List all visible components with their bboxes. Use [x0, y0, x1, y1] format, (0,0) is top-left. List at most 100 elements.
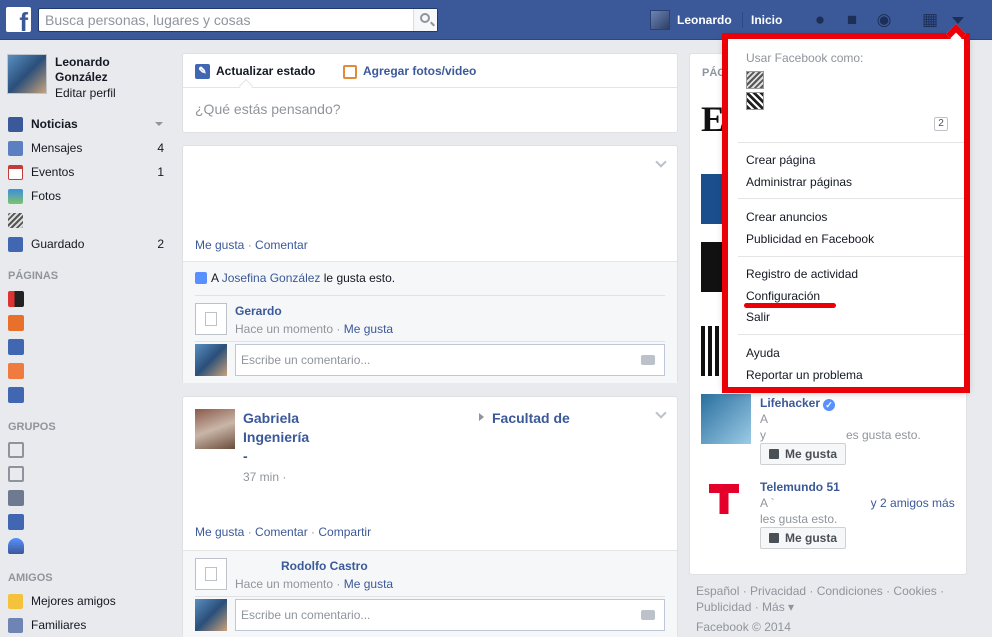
- story-group[interactable]: Facultad de: [479, 409, 570, 428]
- privacy-lock-icon[interactable]: ▦: [920, 10, 940, 30]
- megaphone-icon[interactable]: [8, 315, 24, 331]
- comment-input[interactable]: [236, 600, 631, 630]
- comment-box: [235, 344, 665, 376]
- page-title[interactable]: Telemundo 51: [760, 480, 840, 494]
- list-icon[interactable]: [8, 490, 24, 506]
- insights-icon[interactable]: [8, 387, 24, 403]
- sidebar-item-family[interactable]: Familiares: [8, 615, 166, 635]
- pages-count-badge[interactable]: 2: [934, 117, 948, 131]
- like-link[interactable]: Me gusta: [195, 238, 244, 252]
- topbar-avatar[interactable]: [650, 10, 670, 30]
- comment-avatar[interactable]: [195, 303, 227, 335]
- sidebar-item-messages[interactable]: Mensajes 4: [8, 138, 166, 158]
- gamepad-icon[interactable]: [8, 442, 24, 458]
- comment-like-link[interactable]: Me gusta: [344, 322, 393, 336]
- sidebar-item-events[interactable]: Eventos 1: [8, 162, 166, 182]
- topbar-home-link[interactable]: Inicio: [751, 13, 782, 27]
- page-social-line: A ` y 2 amigos más: [760, 496, 955, 510]
- page-shortcut-icon[interactable]: [8, 291, 24, 307]
- share-link[interactable]: Compartir: [318, 525, 371, 539]
- sidebar-item-news-feed[interactable]: Noticias: [8, 114, 166, 134]
- search-button[interactable]: [413, 9, 437, 31]
- footer-links[interactable]: Publicidad · Más ▾: [696, 600, 794, 614]
- menu-item-advertise[interactable]: Publicidad en Facebook: [746, 232, 874, 246]
- menu-item-create-page[interactable]: Crear página: [746, 153, 815, 167]
- comment-time: Hace un momento: [235, 577, 334, 591]
- sidebar-item-best-friends[interactable]: Mejores amigos: [8, 591, 166, 611]
- like-page-button[interactable]: Me gusta: [760, 527, 846, 549]
- tab-add-photos[interactable]: Agregar fotos/video: [343, 64, 476, 79]
- divider: [183, 87, 677, 88]
- tab-label: Actualizar estado: [216, 64, 316, 78]
- story-timestamp[interactable]: 37 min ·: [243, 470, 286, 484]
- friend-requests-icon[interactable]: ●: [810, 10, 830, 30]
- comment-like-link[interactable]: Me gusta: [344, 577, 393, 591]
- menu-item-logout[interactable]: Salir: [746, 310, 770, 324]
- section-header-groups[interactable]: GRUPOS: [8, 421, 56, 433]
- family-icon: [8, 618, 23, 633]
- like-link[interactable]: Me gusta: [195, 525, 244, 539]
- add-page-icon[interactable]: [8, 363, 24, 379]
- liker-link[interactable]: Josefina González: [222, 271, 321, 285]
- comment-input[interactable]: [236, 345, 631, 375]
- like-page-button[interactable]: Me gusta: [760, 443, 846, 465]
- comment-link[interactable]: Comentar: [255, 525, 308, 539]
- account-caret-icon[interactable]: [952, 17, 964, 24]
- settings-underline-annotation: [744, 303, 836, 308]
- status-input[interactable]: ¿Qué estás pensando?: [195, 101, 341, 117]
- search-input[interactable]: [39, 9, 413, 31]
- menu-item-help[interactable]: Ayuda: [746, 346, 780, 360]
- comment-author[interactable]: Rodolfo Castro: [281, 559, 368, 573]
- footer-links[interactable]: Español · Privacidad · Condiciones · Coo…: [696, 584, 944, 598]
- story-author[interactable]: Gabriela Ingeniería -: [243, 409, 313, 466]
- sidebar-item-photos[interactable]: Fotos: [8, 186, 166, 206]
- sidebar-item-saved[interactable]: Guardado 2: [8, 234, 166, 254]
- page-logo-telemundo[interactable]: [701, 482, 751, 532]
- chevron-down-icon[interactable]: [655, 156, 667, 168]
- menu-item-activity-log[interactable]: Registro de actividad: [746, 267, 858, 281]
- author-avatar[interactable]: [195, 409, 235, 449]
- profile-picture[interactable]: [7, 54, 47, 94]
- rocket-icon[interactable]: [8, 538, 24, 554]
- comment-link[interactable]: Comentar: [255, 238, 308, 252]
- section-header-pages[interactable]: PÁGINAS: [8, 270, 58, 282]
- menu-item-manage-pages[interactable]: Administrar páginas: [746, 175, 852, 189]
- menu-item-settings[interactable]: Configuración: [746, 289, 820, 303]
- thumbs-up-icon[interactable]: [8, 339, 24, 355]
- divider: [738, 198, 964, 199]
- notifications-globe-icon[interactable]: ◉: [874, 10, 894, 30]
- gamepad-icon[interactable]: [8, 466, 24, 482]
- app-icon: [8, 213, 23, 228]
- sidebar-item-label: Eventos: [31, 165, 75, 179]
- use-as-page-icon[interactable]: [746, 71, 764, 89]
- avatar: [195, 599, 227, 631]
- use-as-page-icon[interactable]: [746, 92, 764, 110]
- section-header-friends[interactable]: AMIGOS: [8, 572, 53, 584]
- camera-icon[interactable]: [641, 355, 655, 365]
- page-title[interactable]: Lifehacker ✓: [760, 396, 836, 411]
- pencil-icon: ✎: [195, 64, 210, 80]
- tab-update-status[interactable]: ✎ Actualizar estado: [195, 64, 316, 80]
- active-tab-indicator: [238, 78, 254, 94]
- menu-item-report-problem[interactable]: Reportar un problema: [746, 368, 863, 382]
- topbar-profile-link[interactable]: Leonardo: [677, 13, 732, 27]
- camera-icon[interactable]: [641, 610, 655, 620]
- comment-meta: Hace un momento · Me gusta: [235, 577, 394, 591]
- page-social-line: y es gusta esto.: [760, 428, 921, 442]
- create-group-icon[interactable]: [8, 514, 24, 530]
- friends-link[interactable]: y 2 amigos más: [871, 496, 955, 510]
- facebook-logo[interactable]: f: [6, 7, 31, 32]
- footer: Español · Privacidad · Condiciones · Coo…: [696, 583, 982, 635]
- comment-author[interactable]: Gerardo: [235, 304, 282, 318]
- sidebar-item-app[interactable]: [8, 210, 166, 230]
- edit-profile-link[interactable]: Editar perfil: [55, 86, 116, 100]
- chevron-down-icon[interactable]: [155, 122, 163, 126]
- menu-item-create-ads[interactable]: Crear anuncios: [746, 210, 827, 224]
- chevron-down-icon[interactable]: [655, 407, 667, 419]
- group-link[interactable]: Facultad de: [492, 410, 570, 426]
- page-logo-lifehacker[interactable]: [701, 394, 751, 444]
- profile-name[interactable]: Leonardo González: [55, 55, 145, 85]
- page-title-text[interactable]: Lifehacker: [760, 396, 820, 410]
- comment-avatar[interactable]: [195, 558, 227, 590]
- messages-icon[interactable]: ■: [842, 10, 862, 30]
